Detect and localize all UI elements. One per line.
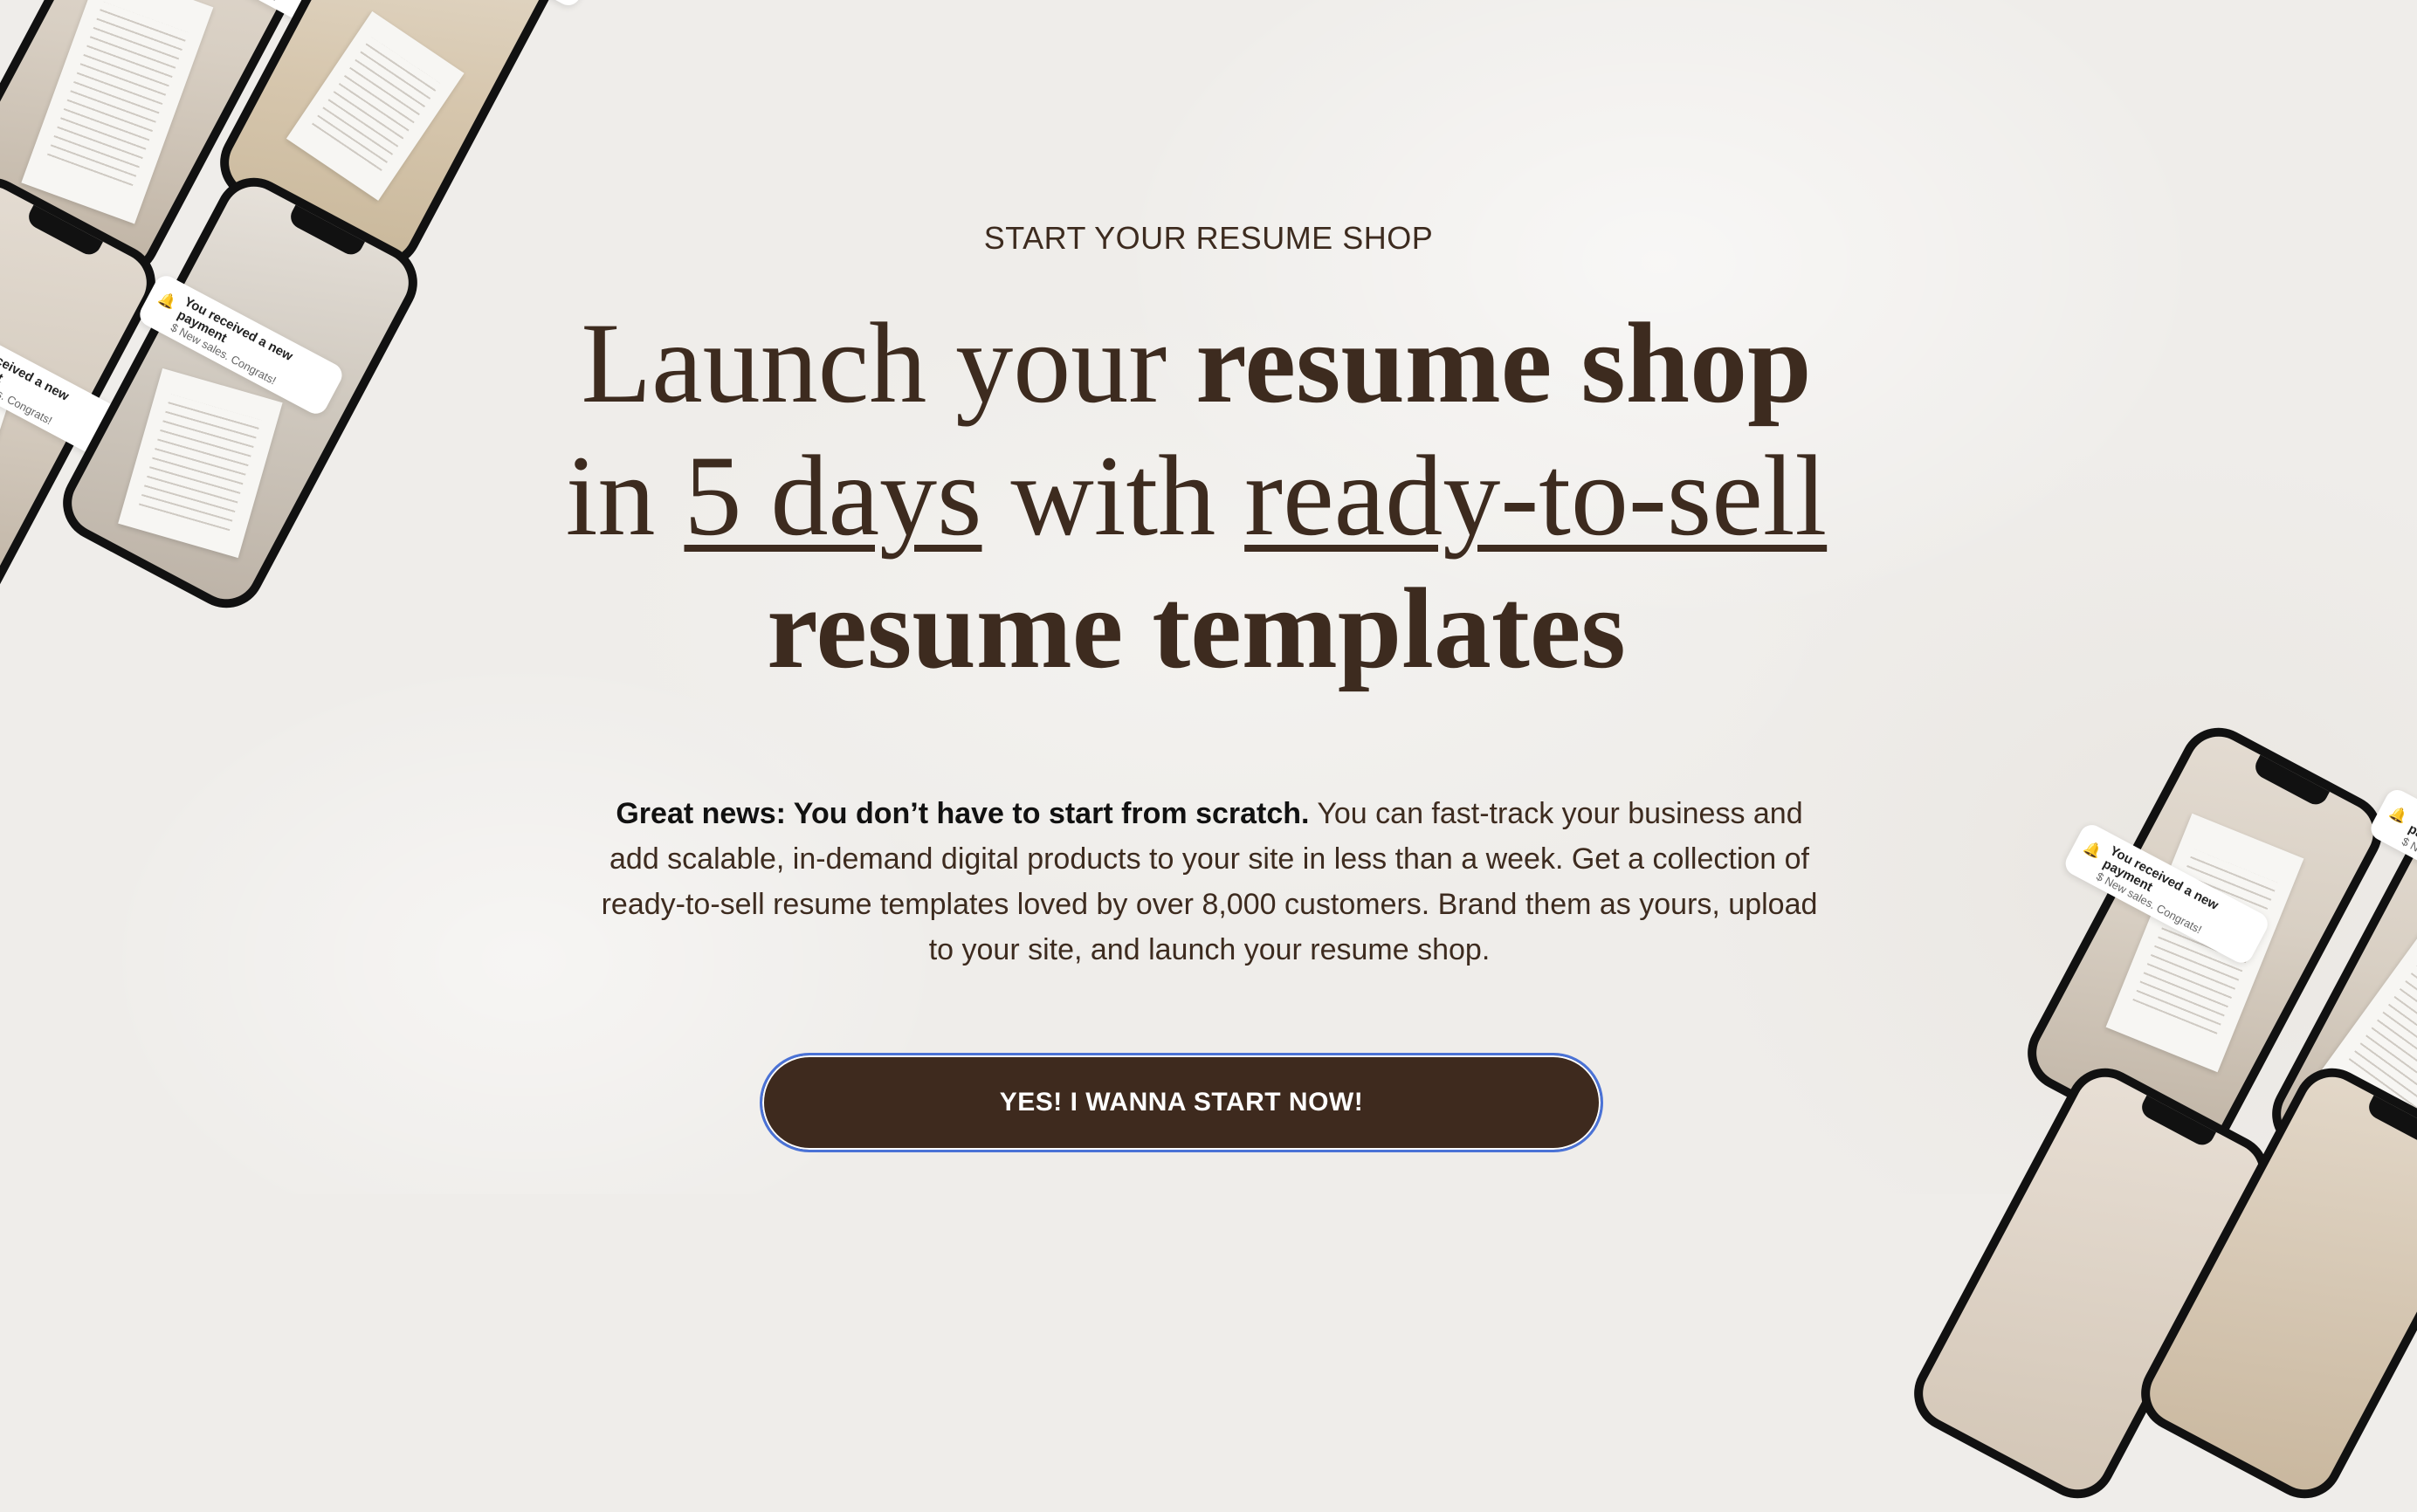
bell-icon: 🔔: [2386, 804, 2410, 826]
hero-description-lead: Great news: You don’t have to start from…: [616, 797, 1310, 830]
headline-underlined: ready-to-sell: [1244, 431, 1828, 560]
headline-text: in: [565, 431, 685, 560]
hero-description: Great news: You don’t have to start from…: [594, 791, 1825, 972]
start-now-button[interactable]: YES! I WANNA START NOW!: [760, 1053, 1603, 1152]
headline-underlined: 5 days: [684, 431, 982, 560]
bell-icon: 🔔: [155, 290, 179, 313]
headline-text: Launch your: [581, 299, 1196, 427]
hero-eyebrow: START YOUR RESUME SHOP: [983, 220, 1434, 256]
hero-headline: Launch your resume shop in 5 days with r…: [506, 297, 1886, 695]
headline-emphasis: resume shop: [1195, 299, 1812, 427]
headline-emphasis: resume templates: [767, 564, 1626, 692]
bell-icon: 🔔: [2081, 839, 2104, 862]
headline-text: with: [981, 431, 1245, 560]
